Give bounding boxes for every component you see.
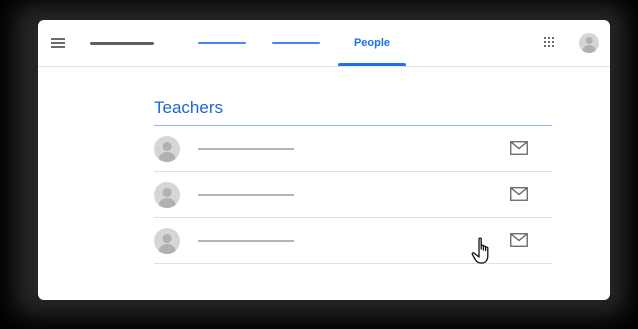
person-avatar-icon	[154, 136, 180, 162]
person-avatar-icon	[154, 182, 180, 208]
tab-placeholder-2[interactable]	[272, 42, 320, 44]
classroom-window: People Teachers	[38, 20, 610, 300]
top-app-bar: People	[38, 20, 610, 67]
teacher-name-placeholder	[198, 194, 294, 196]
tab-people-label: People	[353, 37, 391, 49]
pointer-hand-icon	[471, 237, 489, 264]
person-avatar-icon	[154, 228, 180, 254]
tab-placeholder-1[interactable]	[198, 42, 246, 44]
apps-grid-icon[interactable]	[544, 37, 555, 48]
email-icon[interactable]	[510, 141, 528, 155]
account-avatar-icon[interactable]	[579, 33, 599, 53]
class-title-placeholder	[90, 42, 154, 45]
tab-people[interactable]: People	[336, 20, 408, 66]
active-tab-indicator	[338, 63, 406, 66]
teacher-name-placeholder	[198, 240, 294, 242]
teacher-row	[154, 172, 552, 218]
email-icon[interactable]	[510, 233, 528, 247]
hamburger-menu-icon[interactable]	[51, 38, 65, 49]
teachers-heading: Teachers	[154, 98, 223, 117]
teacher-row	[154, 126, 552, 172]
teacher-name-placeholder	[198, 148, 294, 150]
email-icon[interactable]	[510, 187, 528, 201]
